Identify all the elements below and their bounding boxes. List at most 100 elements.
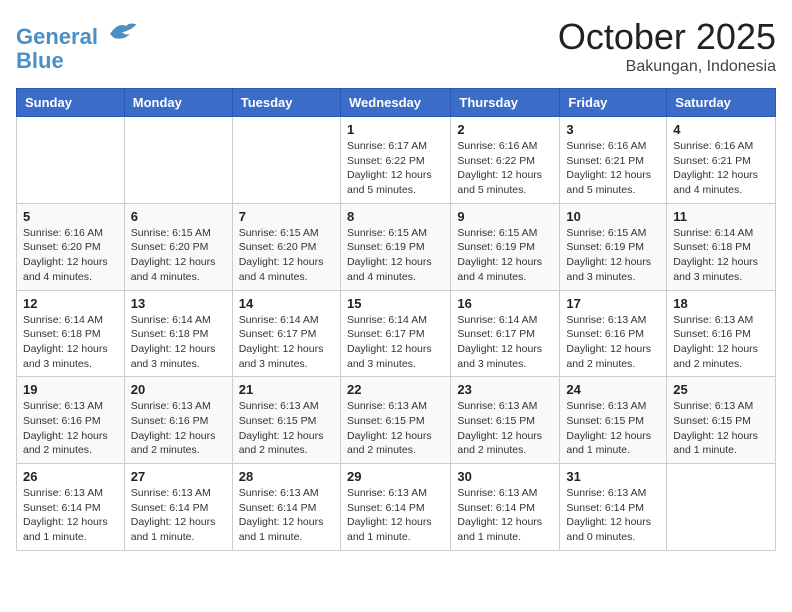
day-info: Sunrise: 6:15 AM Sunset: 6:20 PM Dayligh…	[131, 226, 226, 285]
logo-blue-text: Blue	[16, 49, 138, 73]
day-info: Sunrise: 6:13 AM Sunset: 6:15 PM Dayligh…	[239, 399, 334, 458]
calendar-cell: 12 Sunrise: 6:14 AM Sunset: 6:18 PM Dayli…	[17, 290, 125, 377]
day-number: 1	[347, 122, 444, 137]
calendar-week-2: 5 Sunrise: 6:16 AM Sunset: 6:20 PM Daylig…	[17, 203, 776, 290]
day-number: 7	[239, 209, 334, 224]
logo-bird-icon	[106, 16, 138, 44]
day-info: Sunrise: 6:13 AM Sunset: 6:16 PM Dayligh…	[23, 399, 118, 458]
day-info: Sunrise: 6:16 AM Sunset: 6:22 PM Dayligh…	[457, 139, 553, 198]
weekday-header-monday: Monday	[124, 89, 232, 117]
weekday-header-saturday: Saturday	[667, 89, 776, 117]
calendar-cell: 26 Sunrise: 6:13 AM Sunset: 6:14 PM Dayli…	[17, 464, 125, 551]
day-info: Sunrise: 6:13 AM Sunset: 6:15 PM Dayligh…	[347, 399, 444, 458]
calendar-cell: 2 Sunrise: 6:16 AM Sunset: 6:22 PM Daylig…	[451, 117, 560, 204]
day-number: 27	[131, 469, 226, 484]
calendar-cell: 22 Sunrise: 6:13 AM Sunset: 6:15 PM Dayli…	[340, 377, 450, 464]
calendar-week-3: 12 Sunrise: 6:14 AM Sunset: 6:18 PM Dayli…	[17, 290, 776, 377]
calendar-week-1: 1 Sunrise: 6:17 AM Sunset: 6:22 PM Daylig…	[17, 117, 776, 204]
weekday-header-wednesday: Wednesday	[340, 89, 450, 117]
day-number: 4	[673, 122, 769, 137]
day-info: Sunrise: 6:13 AM Sunset: 6:14 PM Dayligh…	[23, 486, 118, 545]
day-number: 9	[457, 209, 553, 224]
day-number: 21	[239, 382, 334, 397]
day-info: Sunrise: 6:17 AM Sunset: 6:22 PM Dayligh…	[347, 139, 444, 198]
day-info: Sunrise: 6:13 AM Sunset: 6:14 PM Dayligh…	[457, 486, 553, 545]
calendar-cell: 25 Sunrise: 6:13 AM Sunset: 6:15 PM Dayli…	[667, 377, 776, 464]
calendar-cell: 20 Sunrise: 6:13 AM Sunset: 6:16 PM Dayli…	[124, 377, 232, 464]
day-number: 24	[566, 382, 660, 397]
day-number: 30	[457, 469, 553, 484]
calendar-cell: 24Sunrise: 6:13 AM Sunset: 6:15 PM Dayli…	[560, 377, 667, 464]
calendar-cell: 23Sunrise: 6:13 AM Sunset: 6:15 PM Dayli…	[451, 377, 560, 464]
day-info: Sunrise: 6:16 AM Sunset: 6:21 PM Dayligh…	[566, 139, 660, 198]
calendar-table: SundayMondayTuesdayWednesdayThursdayFrid…	[16, 88, 776, 551]
day-info: Sunrise: 6:13 AM Sunset: 6:16 PM Dayligh…	[673, 313, 769, 372]
day-number: 6	[131, 209, 226, 224]
day-info: Sunrise: 6:14 AM Sunset: 6:17 PM Dayligh…	[239, 313, 334, 372]
calendar-cell: 5 Sunrise: 6:16 AM Sunset: 6:20 PM Daylig…	[17, 203, 125, 290]
day-info: Sunrise: 6:15 AM Sunset: 6:20 PM Dayligh…	[239, 226, 334, 285]
calendar-cell: 11Sunrise: 6:14 AM Sunset: 6:18 PM Dayli…	[667, 203, 776, 290]
day-number: 22	[347, 382, 444, 397]
calendar-cell: 17Sunrise: 6:13 AM Sunset: 6:16 PM Dayli…	[560, 290, 667, 377]
calendar-cell: 9 Sunrise: 6:15 AM Sunset: 6:19 PM Daylig…	[451, 203, 560, 290]
logo-text: General	[16, 16, 138, 49]
day-number: 11	[673, 209, 769, 224]
calendar-cell: 16 Sunrise: 6:14 AM Sunset: 6:17 PM Dayli…	[451, 290, 560, 377]
day-info: Sunrise: 6:13 AM Sunset: 6:14 PM Dayligh…	[131, 486, 226, 545]
day-info: Sunrise: 6:16 AM Sunset: 6:20 PM Dayligh…	[23, 226, 118, 285]
day-info: Sunrise: 6:14 AM Sunset: 6:17 PM Dayligh…	[457, 313, 553, 372]
day-info: Sunrise: 6:13 AM Sunset: 6:16 PM Dayligh…	[566, 313, 660, 372]
calendar-week-4: 19 Sunrise: 6:13 AM Sunset: 6:16 PM Dayli…	[17, 377, 776, 464]
day-info: Sunrise: 6:13 AM Sunset: 6:16 PM Dayligh…	[131, 399, 226, 458]
calendar-cell: 19 Sunrise: 6:13 AM Sunset: 6:16 PM Dayli…	[17, 377, 125, 464]
day-number: 16	[457, 296, 553, 311]
calendar-week-5: 26 Sunrise: 6:13 AM Sunset: 6:14 PM Dayli…	[17, 464, 776, 551]
location: Bakungan, Indonesia	[558, 58, 776, 76]
day-number: 12	[23, 296, 118, 311]
day-info: Sunrise: 6:15 AM Sunset: 6:19 PM Dayligh…	[457, 226, 553, 285]
month-title: October 2025	[558, 16, 776, 58]
day-number: 8	[347, 209, 444, 224]
calendar-cell: 18Sunrise: 6:13 AM Sunset: 6:16 PM Dayli…	[667, 290, 776, 377]
weekday-header-thursday: Thursday	[451, 89, 560, 117]
calendar-cell: 30 Sunrise: 6:13 AM Sunset: 6:14 PM Dayli…	[451, 464, 560, 551]
day-number: 5	[23, 209, 118, 224]
calendar-cell: 6 Sunrise: 6:15 AM Sunset: 6:20 PM Daylig…	[124, 203, 232, 290]
day-number: 25	[673, 382, 769, 397]
day-number: 23	[457, 382, 553, 397]
day-number: 10	[566, 209, 660, 224]
day-number: 26	[23, 469, 118, 484]
day-info: Sunrise: 6:14 AM Sunset: 6:18 PM Dayligh…	[131, 313, 226, 372]
day-info: Sunrise: 6:13 AM Sunset: 6:15 PM Dayligh…	[673, 399, 769, 458]
day-number: 31	[566, 469, 660, 484]
day-info: Sunrise: 6:13 AM Sunset: 6:14 PM Dayligh…	[347, 486, 444, 545]
calendar-cell: 27 Sunrise: 6:13 AM Sunset: 6:14 PM Dayli…	[124, 464, 232, 551]
day-info: Sunrise: 6:14 AM Sunset: 6:18 PM Dayligh…	[23, 313, 118, 372]
calendar-cell	[17, 117, 125, 204]
calendar-cell: 1 Sunrise: 6:17 AM Sunset: 6:22 PM Daylig…	[340, 117, 450, 204]
calendar-cell: 29 Sunrise: 6:13 AM Sunset: 6:14 PM Dayli…	[340, 464, 450, 551]
day-number: 13	[131, 296, 226, 311]
day-number: 28	[239, 469, 334, 484]
day-info: Sunrise: 6:13 AM Sunset: 6:14 PM Dayligh…	[239, 486, 334, 545]
day-info: Sunrise: 6:16 AM Sunset: 6:21 PM Dayligh…	[673, 139, 769, 198]
day-number: 20	[131, 382, 226, 397]
day-number: 2	[457, 122, 553, 137]
logo: General Blue	[16, 16, 138, 73]
calendar-cell: 21 Sunrise: 6:13 AM Sunset: 6:15 PM Dayli…	[232, 377, 340, 464]
weekday-header-tuesday: Tuesday	[232, 89, 340, 117]
day-number: 14	[239, 296, 334, 311]
calendar-cell: 3Sunrise: 6:16 AM Sunset: 6:21 PM Daylig…	[560, 117, 667, 204]
calendar-cell	[232, 117, 340, 204]
day-info: Sunrise: 6:15 AM Sunset: 6:19 PM Dayligh…	[566, 226, 660, 285]
calendar-cell: 4 Sunrise: 6:16 AM Sunset: 6:21 PM Daylig…	[667, 117, 776, 204]
weekday-header-friday: Friday	[560, 89, 667, 117]
day-info: Sunrise: 6:14 AM Sunset: 6:17 PM Dayligh…	[347, 313, 444, 372]
day-number: 29	[347, 469, 444, 484]
day-number: 19	[23, 382, 118, 397]
calendar-cell: 14 Sunrise: 6:14 AM Sunset: 6:17 PM Dayli…	[232, 290, 340, 377]
day-info: Sunrise: 6:15 AM Sunset: 6:19 PM Dayligh…	[347, 226, 444, 285]
calendar-cell: 10 Sunrise: 6:15 AM Sunset: 6:19 PM Dayli…	[560, 203, 667, 290]
calendar-cell: 8 Sunrise: 6:15 AM Sunset: 6:19 PM Daylig…	[340, 203, 450, 290]
